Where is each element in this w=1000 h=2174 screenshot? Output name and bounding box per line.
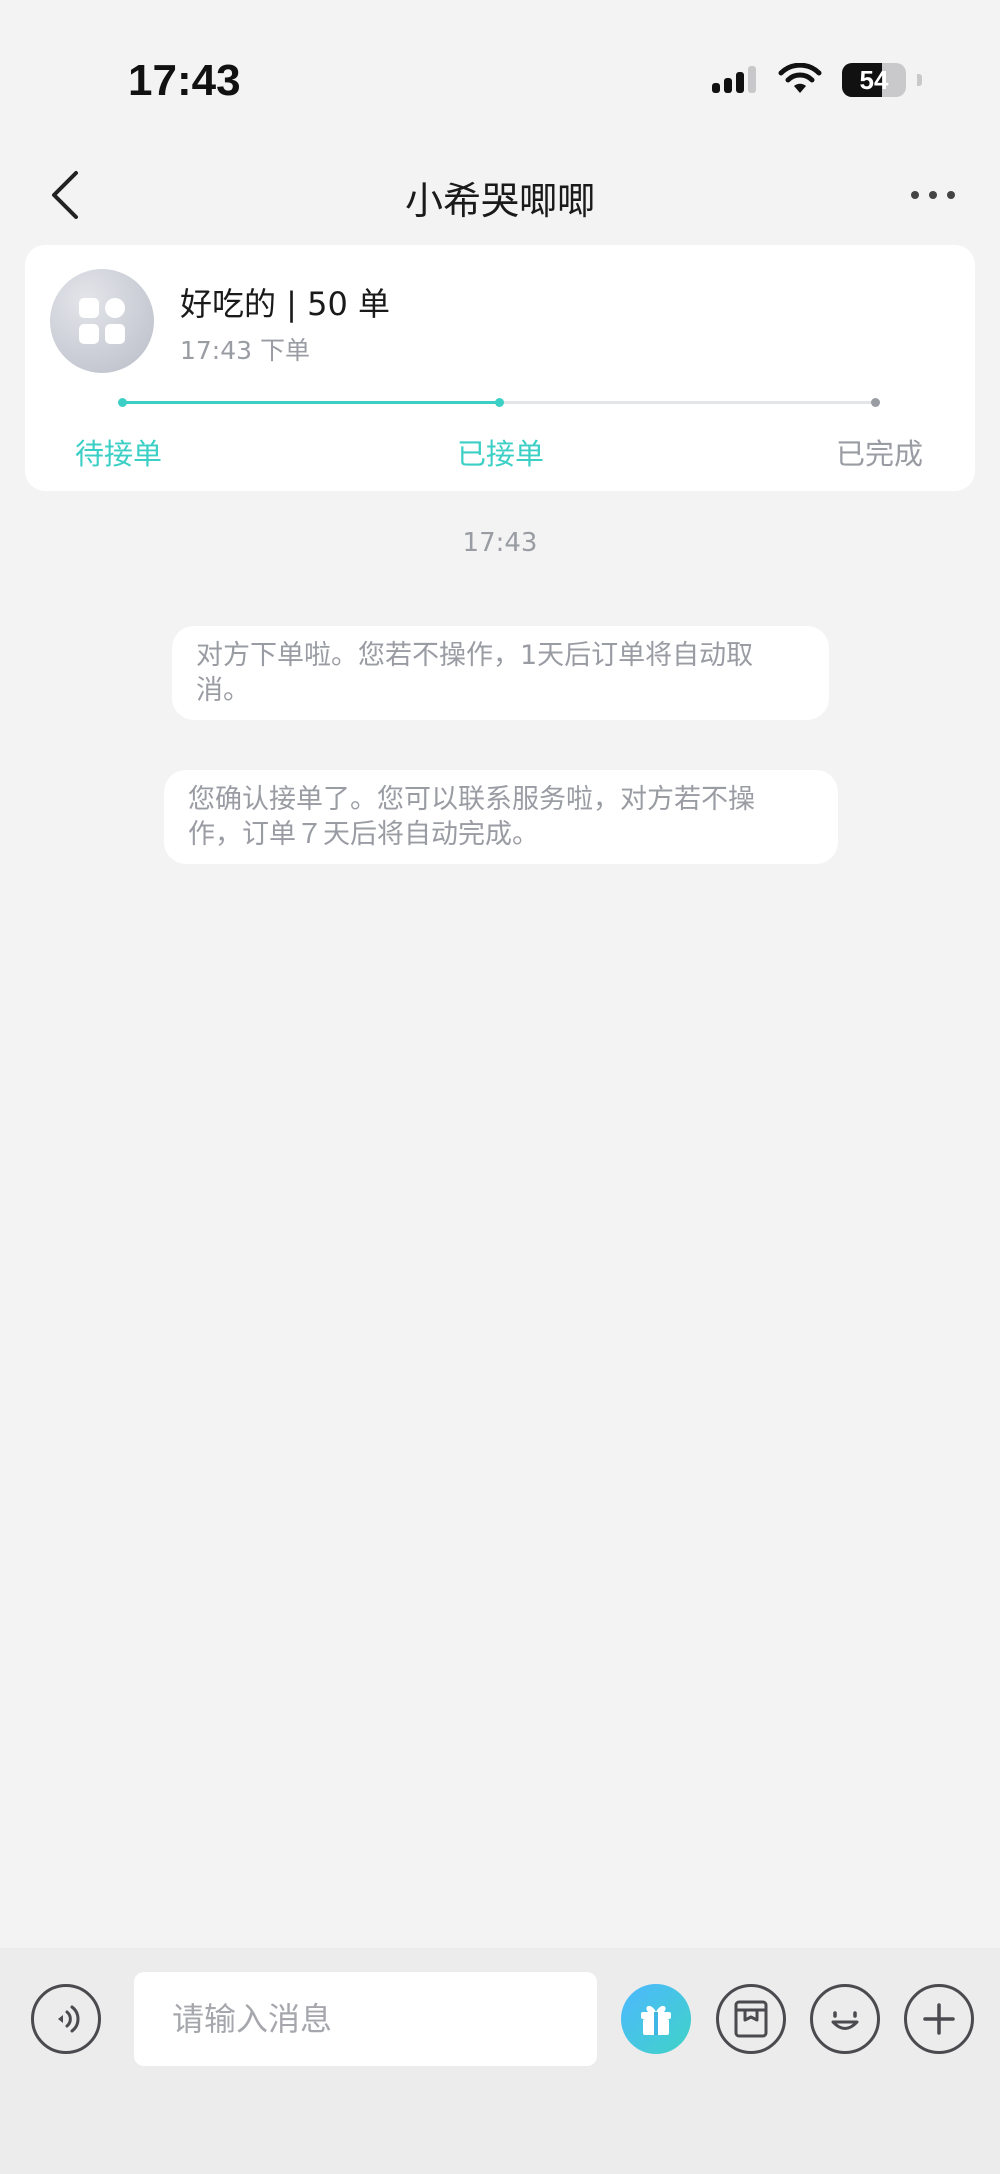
progress-dot-1 xyxy=(118,398,127,407)
chat-screen: 17:43 54 小希哭唧唧 好吃的 | 50 单 17:43 下单 待接单 已… xyxy=(0,0,1000,2174)
system-message: 您确认接单了。您可以联系服务啦，对方若不操 作，订单７天后将自动完成。 xyxy=(164,770,838,864)
status-time: 17:43 xyxy=(128,56,241,105)
system-message: 对方下单啦。您若不操作，1天后订单将自动取 消。 xyxy=(172,626,829,720)
order-avatar xyxy=(50,269,154,373)
add-button[interactable] xyxy=(904,1984,974,2054)
page-title: 小希哭唧唧 xyxy=(404,179,595,223)
order-box-icon xyxy=(734,2000,768,2038)
emoji-button[interactable] xyxy=(810,1984,880,2054)
status-bar: 17:43 54 xyxy=(0,0,1000,150)
plus-icon xyxy=(923,2003,955,2035)
nav-bar: 小希哭唧唧 xyxy=(0,150,1000,250)
gift-button[interactable] xyxy=(621,1984,691,2054)
progress-fill xyxy=(122,401,499,404)
order-button[interactable] xyxy=(716,1984,786,2054)
apps-grid-icon xyxy=(79,298,125,344)
emoji-icon xyxy=(831,2011,859,2030)
step-completed: 已完成 xyxy=(836,437,924,471)
chat-timestamp: 17:43 xyxy=(462,528,538,558)
order-title: 好吃的 | 50 单 xyxy=(180,285,391,323)
battery-indicator: 54 xyxy=(842,63,922,97)
more-dots-icon xyxy=(911,191,919,199)
input-bar xyxy=(0,1948,1000,2174)
order-time: 17:43 下单 xyxy=(180,336,310,365)
signal-icon xyxy=(712,66,756,93)
message-input[interactable] xyxy=(134,1972,597,2066)
status-icons: 54 xyxy=(710,58,922,102)
progress-dot-2 xyxy=(495,398,504,407)
progress-dot-3 xyxy=(871,398,880,407)
order-progress xyxy=(118,398,880,407)
step-accepted: 已接单 xyxy=(457,437,545,471)
voice-icon xyxy=(58,2005,80,2033)
more-button[interactable] xyxy=(890,170,976,220)
step-pending: 待接单 xyxy=(75,437,163,471)
battery-level: 54 xyxy=(859,64,889,95)
gift-icon xyxy=(641,2005,671,2035)
order-card[interactable]: 好吃的 | 50 单 17:43 下单 待接单 已接单 已完成 xyxy=(25,245,975,491)
wifi-icon xyxy=(778,63,822,93)
voice-button[interactable] xyxy=(31,1984,101,2054)
battery-icon: 54 xyxy=(842,63,906,97)
